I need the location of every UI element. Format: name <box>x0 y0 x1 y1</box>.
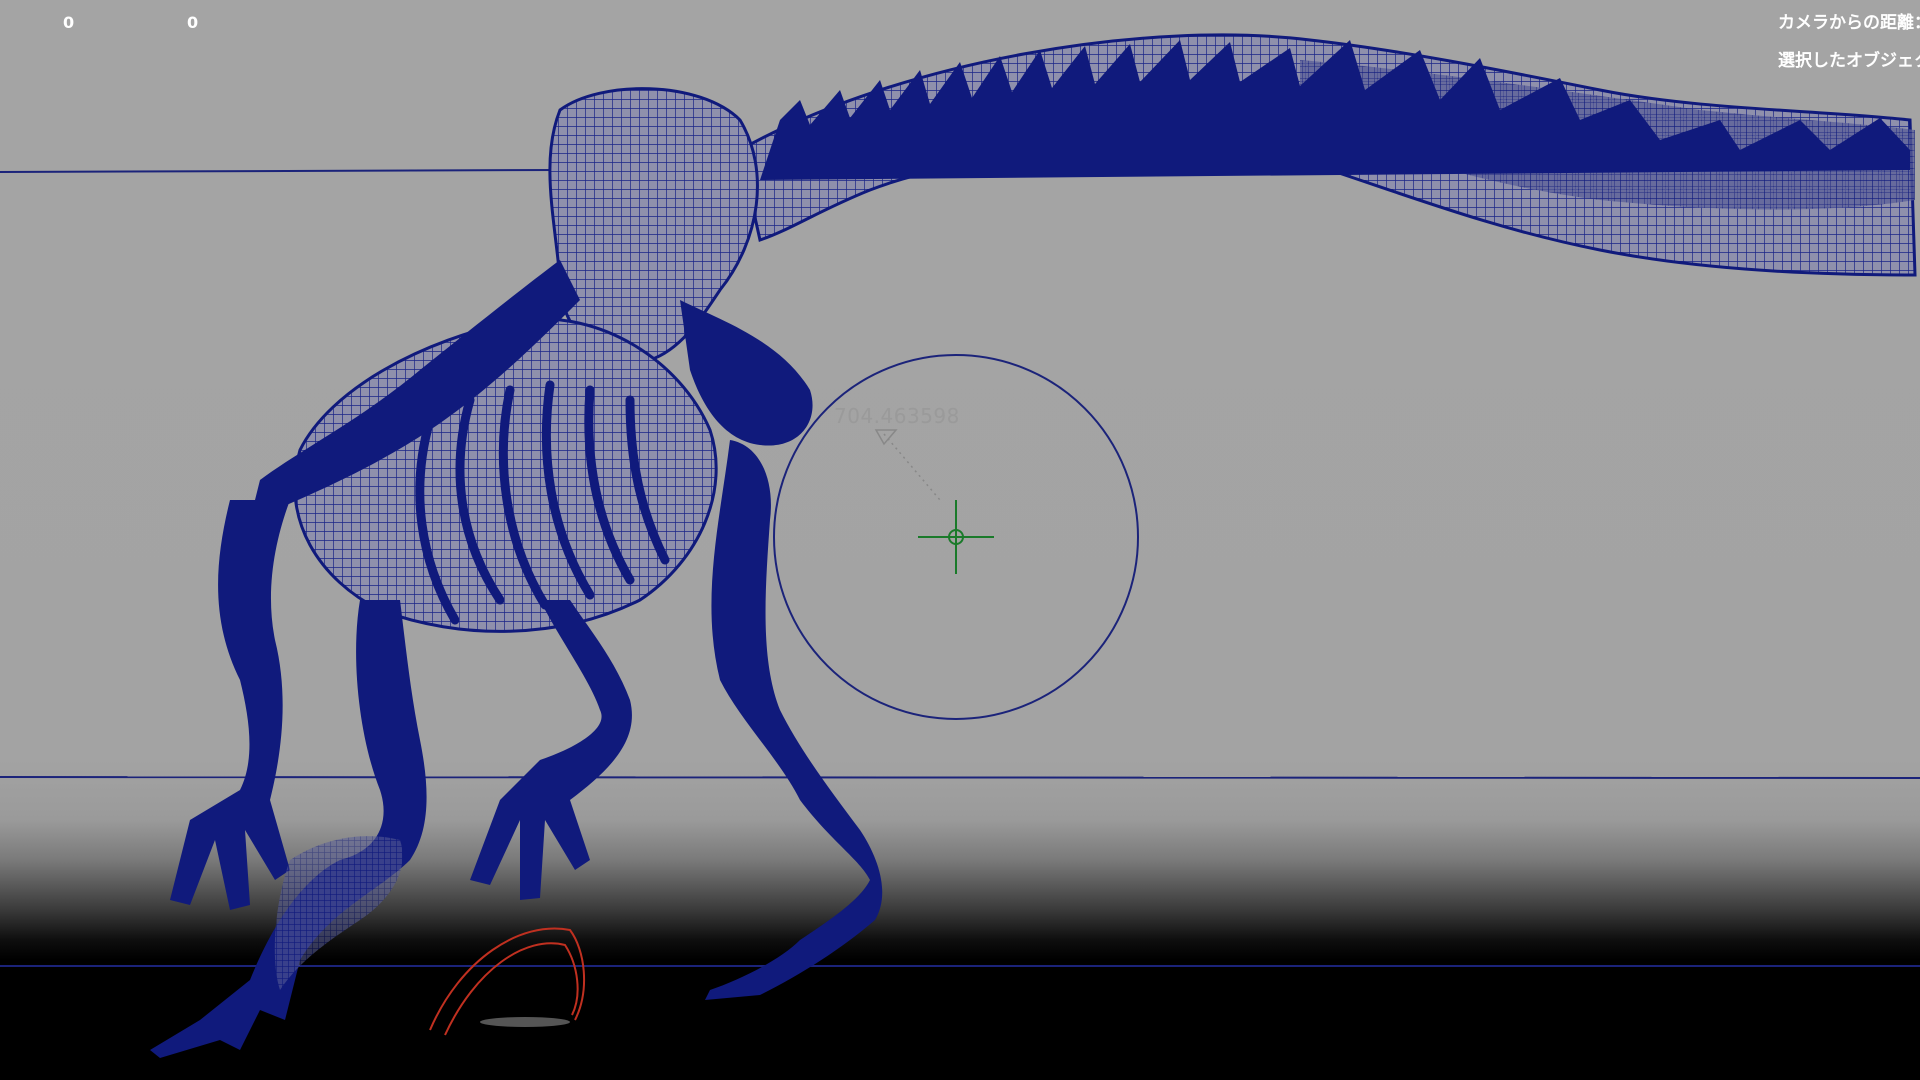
camera-distance-label: カメラからの距離： <box>1778 13 1920 33</box>
front-limb-left <box>170 500 290 910</box>
viewport-canvas[interactable] <box>0 0 1920 1080</box>
selected-object-label: 選択したオブジェク <box>1778 51 1920 71</box>
3d-viewport[interactable]: 0 0 カメラからの距離： 選択したオブジェク 704.463598 <box>0 0 1920 1080</box>
locator-crosshair-icon[interactable] <box>918 500 994 574</box>
pelvis <box>548 87 759 363</box>
distance-manipulator-dotted-line <box>883 433 941 501</box>
grid-line-upper <box>0 169 561 173</box>
skeleton-wireframe-model[interactable] <box>150 33 1917 1058</box>
front-limb-right <box>470 600 632 900</box>
hud-counter-a: 0 <box>63 13 75 32</box>
hud-counter-b: 0 <box>187 13 199 32</box>
grid-line-middle <box>0 776 1920 779</box>
hind-leg-right <box>705 440 883 1000</box>
distance-readout: 704.463598 <box>834 404 960 428</box>
distance-manipulator-arrow <box>874 429 898 446</box>
curve-object[interactable] <box>429 927 586 1036</box>
